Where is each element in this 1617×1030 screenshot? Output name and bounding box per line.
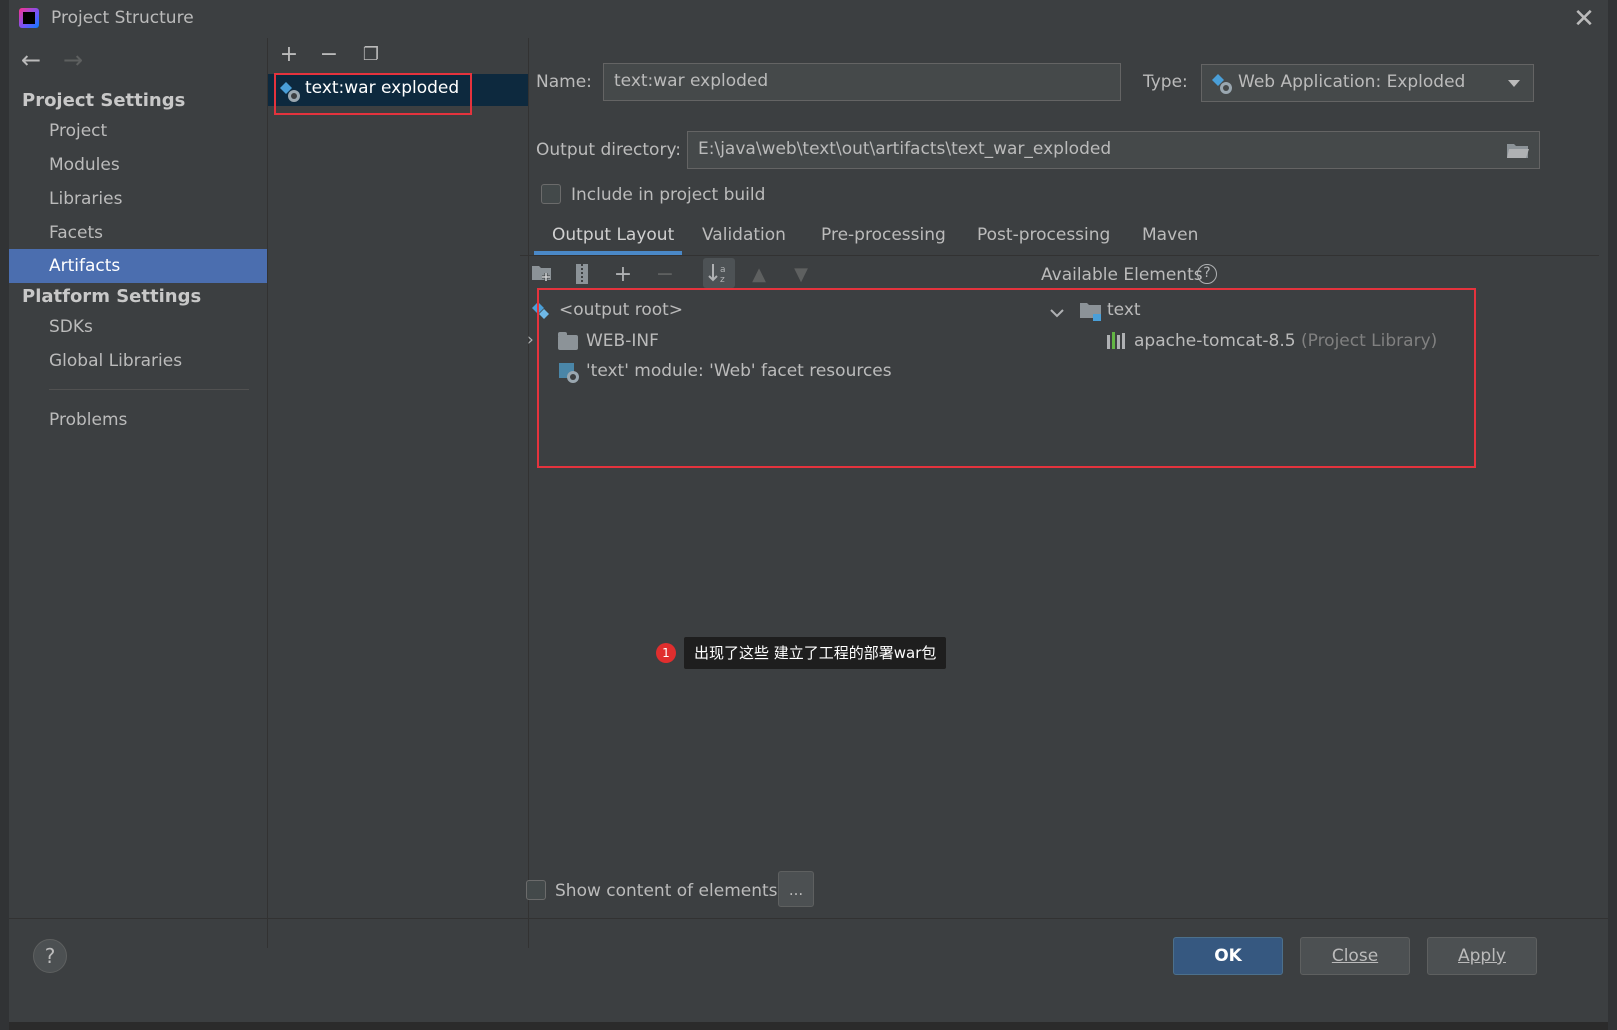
type-label: Type: [1143, 72, 1188, 92]
chevron-right-icon[interactable]: › [527, 330, 534, 350]
intellij-logo-icon [19, 8, 39, 28]
add-copy-of-icon[interactable]: + [610, 263, 636, 287]
create-archive-icon[interactable] [569, 263, 595, 287]
include-build-checkbox[interactable] [541, 184, 561, 204]
help-button[interactable]: ? [33, 939, 67, 973]
sidebar: ← → Project Settings Project Modules Lib… [9, 38, 267, 948]
move-up-icon[interactable]: ▲ [746, 263, 772, 287]
type-value: Web Application: Exploded [1238, 72, 1466, 92]
move-down-icon[interactable]: ▼ [788, 263, 814, 287]
project-settings-header: Project Settings [22, 90, 186, 111]
chevron-down-icon [1508, 80, 1520, 87]
include-build-label: Include in project build [571, 185, 766, 205]
war-exploded-icon [1212, 74, 1232, 94]
show-content-checkbox[interactable] [526, 880, 546, 900]
background-window-edge-left [0, 0, 9, 1030]
sidebar-item-artifacts[interactable]: Artifacts [9, 249, 267, 283]
name-field[interactable]: text:war exploded [603, 63, 1121, 101]
annotation-tooltip: 出现了这些 建立了工程的部署war包 [684, 637, 947, 669]
create-directory-icon[interactable] [529, 263, 555, 287]
remove-artifact-icon[interactable]: − [316, 42, 342, 68]
tabs-divider [520, 255, 1599, 256]
tab-validation[interactable]: Validation [702, 225, 786, 245]
show-content-label: Show content of elements [555, 881, 778, 901]
platform-settings-header: Platform Settings [22, 286, 202, 307]
type-select[interactable]: Web Application: Exploded [1201, 64, 1534, 102]
back-arrow-icon[interactable]: ← [21, 46, 41, 74]
output-directory-label: Output directory: [536, 140, 681, 160]
divider [528, 38, 529, 948]
sidebar-item-project[interactable]: Project [9, 114, 267, 148]
sidebar-item-global-libraries[interactable]: Global Libraries [9, 344, 267, 378]
remove-element-icon[interactable]: − [652, 263, 678, 287]
ok-button[interactable]: OK [1173, 937, 1283, 975]
name-label: Name: [536, 72, 592, 92]
forward-arrow-icon[interactable]: → [63, 46, 83, 74]
window-title: Project Structure [51, 8, 194, 28]
close-icon[interactable]: ✕ [1569, 4, 1599, 34]
sidebar-item-modules[interactable]: Modules [9, 148, 267, 182]
available-elements-header: Available Elements [1041, 265, 1203, 285]
folder-browse-icon[interactable] [1506, 141, 1530, 159]
output-directory-field[interactable]: E:\java\web\text\out\artifacts\text_war_… [687, 131, 1540, 169]
output-directory-value: E:\java\web\text\out\artifacts\text_war_… [698, 139, 1112, 159]
close-button[interactable]: Close [1300, 937, 1410, 975]
sidebar-item-facets[interactable]: Facets [9, 216, 267, 250]
tab-maven[interactable]: Maven [1142, 225, 1198, 245]
ellipsis-button[interactable]: ... [778, 871, 814, 907]
highlight-box-layout [537, 288, 1476, 468]
sort-elements-icon[interactable]: az [703, 258, 735, 288]
copy-artifact-icon[interactable]: ❐ [358, 42, 384, 68]
add-artifact-icon[interactable]: + [276, 42, 302, 68]
highlight-box-artifact [274, 73, 472, 115]
apply-button[interactable]: Apply [1427, 937, 1537, 975]
bottom-divider [9, 918, 1608, 919]
tab-output-layout[interactable]: Output Layout [552, 225, 674, 245]
artifacts-list-pane: + − ❐ text:war exploded [268, 38, 528, 948]
help-circle-icon[interactable]: ? [1197, 264, 1217, 284]
sidebar-item-problems[interactable]: Problems [9, 403, 267, 437]
project-structure-dialog: Project Structure ✕ ← → Project Settings… [9, 0, 1608, 1022]
tab-post-processing[interactable]: Post-processing [977, 225, 1110, 245]
tab-pre-processing[interactable]: Pre-processing [821, 225, 946, 245]
svg-text:z: z [720, 275, 725, 285]
annotation-badge: 1 [656, 643, 676, 663]
background-window-edge-right [1608, 0, 1617, 1030]
title-bar: Project Structure ✕ [9, 0, 1608, 38]
svg-text:a: a [720, 265, 726, 275]
sidebar-item-libraries[interactable]: Libraries [9, 182, 267, 216]
sidebar-item-sdks[interactable]: SDKs [9, 310, 267, 344]
sidebar-divider [49, 389, 249, 390]
